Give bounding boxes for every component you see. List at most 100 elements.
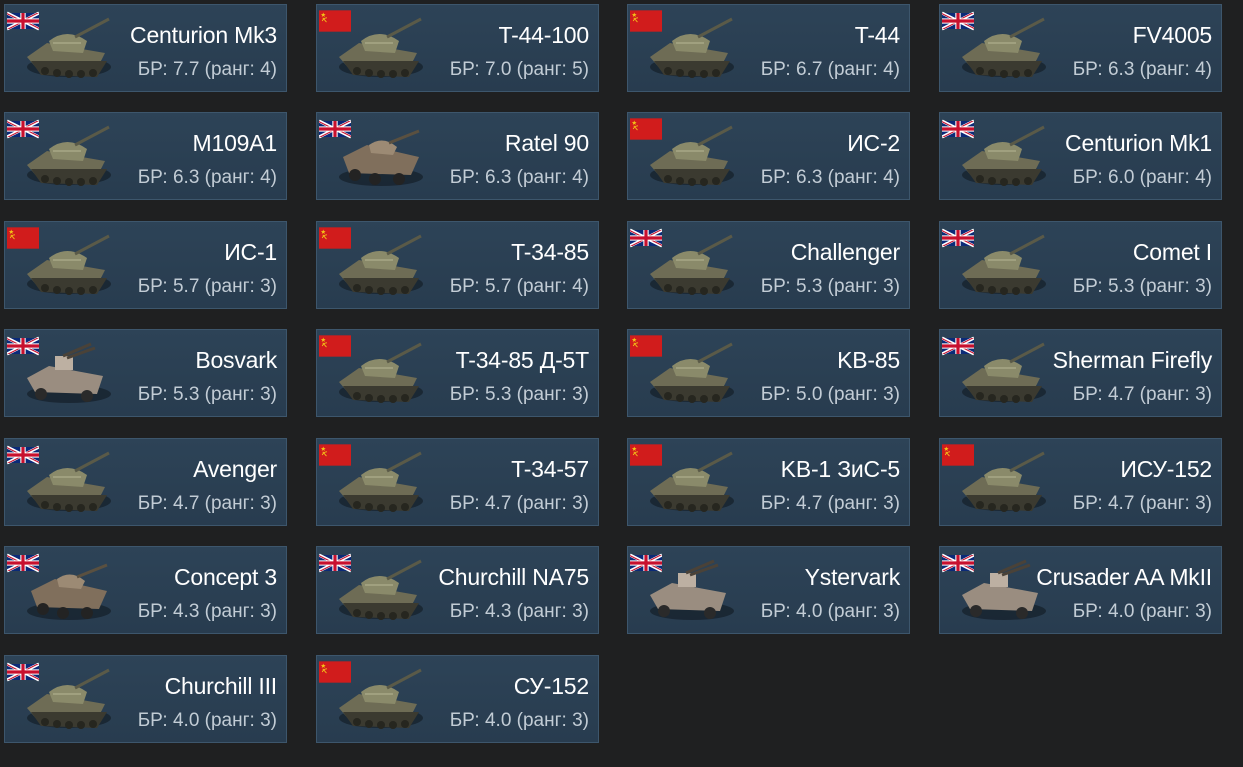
battle-rating: БР: 4.0 (ранг: 3) — [137, 710, 277, 731]
battle-rating: БР: 5.3 (ранг: 3) — [760, 276, 900, 297]
uk-flag-icon — [942, 227, 974, 249]
vehicle-card[interactable]: ИС-2 БР: 6.3 (ранг: 4) — [627, 112, 910, 200]
ussr-flag-icon — [319, 444, 351, 466]
battle-rating: БР: 4.0 (ранг: 3) — [760, 601, 900, 622]
battle-rating: БР: 6.0 (ранг: 4) — [1072, 167, 1212, 188]
uk-flag-icon — [7, 444, 39, 466]
vehicle-card[interactable]: T-44 БР: 6.7 (ранг: 4) — [627, 4, 910, 92]
ussr-flag-icon — [630, 118, 662, 140]
vehicle-name: СУ-152 — [513, 673, 589, 699]
vehicle-name: Ystervark — [804, 564, 901, 590]
ussr-flag-icon — [319, 227, 351, 249]
battle-rating: БР: 4.7 (ранг: 3) — [1072, 493, 1212, 514]
battle-rating: БР: 6.3 (ранг: 4) — [137, 167, 277, 188]
battle-rating: БР: 7.7 (ранг: 4) — [137, 59, 277, 80]
vehicle-name: ИС-2 — [847, 130, 900, 156]
vehicle-card[interactable]: Churchill III БР: 4.0 (ранг: 3) — [4, 655, 287, 743]
ussr-flag-icon — [630, 10, 662, 32]
battle-rating: БР: 4.7 (ранг: 3) — [449, 493, 589, 514]
vehicle-card[interactable]: Concept 3 БР: 4.3 (ранг: 3) — [4, 546, 287, 634]
vehicle-name: Churchill NA75 — [438, 564, 589, 590]
vehicle-card[interactable]: Bosvark БР: 5.3 (ранг: 3) — [4, 329, 287, 417]
vehicle-name: Avenger — [193, 456, 277, 482]
vehicle-card[interactable]: Avenger БР: 4.7 (ранг: 3) — [4, 438, 287, 526]
vehicle-name: M109A1 — [192, 130, 278, 156]
vehicle-card[interactable]: Challenger БР: 5.3 (ранг: 3) — [627, 221, 910, 309]
vehicle-card[interactable]: Centurion Mk1 БР: 6.0 (ранг: 4) — [939, 112, 1222, 200]
vehicle-card[interactable]: M109A1 БР: 6.3 (ранг: 4) — [4, 112, 287, 200]
vehicle-card[interactable]: Comet I БР: 5.3 (ранг: 3) — [939, 221, 1222, 309]
battle-rating: БР: 6.3 (ранг: 4) — [1072, 59, 1212, 80]
vehicle-name: FV4005 — [1132, 22, 1213, 48]
vehicle-card[interactable]: Centurion Mk3 БР: 7.7 (ранг: 4) — [4, 4, 287, 92]
battle-rating: БР: 6.7 (ранг: 4) — [760, 59, 900, 80]
battle-rating: БР: 6.3 (ранг: 4) — [449, 167, 589, 188]
vehicle-name: Concept 3 — [173, 564, 277, 590]
battle-rating: БР: 4.0 (ранг: 3) — [1072, 601, 1212, 622]
vehicle-card[interactable]: KB-1 ЗиС-5 БР: 4.7 (ранг: 3) — [627, 438, 910, 526]
ussr-flag-icon — [942, 444, 974, 466]
uk-flag-icon — [7, 661, 39, 683]
vehicle-card[interactable]: ИСУ-152 БР: 4.7 (ранг: 3) — [939, 438, 1222, 526]
uk-flag-icon — [319, 118, 351, 140]
battle-rating: БР: 5.7 (ранг: 4) — [449, 276, 589, 297]
uk-flag-icon — [942, 118, 974, 140]
battle-rating: БР: 7.0 (ранг: 5) — [449, 59, 589, 80]
vehicle-name: T-34-57 — [511, 456, 589, 482]
vehicle-name: Centurion Mk3 — [130, 22, 277, 48]
uk-flag-icon — [942, 10, 974, 32]
uk-flag-icon — [630, 227, 662, 249]
vehicle-name: Sherman Firefly — [1052, 347, 1213, 373]
ussr-flag-icon — [319, 10, 351, 32]
vehicle-card[interactable]: KB-85 БР: 5.0 (ранг: 3) — [627, 329, 910, 417]
vehicle-card[interactable]: СУ-152 БР: 4.0 (ранг: 3) — [316, 655, 599, 743]
vehicle-card[interactable]: T-34-57 БР: 4.7 (ранг: 3) — [316, 438, 599, 526]
vehicle-name: KB-1 ЗиС-5 — [780, 456, 901, 482]
vehicle-card[interactable]: Ystervark БР: 4.0 (ранг: 3) — [627, 546, 910, 634]
vehicle-name: T-34-85 Д-5T — [455, 347, 590, 373]
vehicle-card[interactable]: Churchill NA75 БР: 4.3 (ранг: 3) — [316, 546, 599, 634]
vehicle-name: ИСУ-152 — [1120, 456, 1212, 482]
battle-rating: БР: 5.7 (ранг: 3) — [137, 276, 277, 297]
battle-rating: БР: 4.7 (ранг: 3) — [760, 493, 900, 514]
vehicle-name: Centurion Mk1 — [1065, 130, 1212, 156]
battle-rating: БР: 4.0 (ранг: 3) — [449, 710, 589, 731]
vehicle-card[interactable]: T-44-100 БР: 7.0 (ранг: 5) — [316, 4, 599, 92]
uk-flag-icon — [942, 335, 974, 357]
vehicle-name: KB-85 — [837, 347, 900, 373]
vehicle-name: T-34-85 — [511, 239, 589, 265]
vehicle-card[interactable]: Sherman Firefly БР: 4.7 (ранг: 3) — [939, 329, 1222, 417]
vehicle-card[interactable]: ИС-1 БР: 5.7 (ранг: 3) — [4, 221, 287, 309]
vehicle-card[interactable]: T-34-85 БР: 5.7 (ранг: 4) — [316, 221, 599, 309]
ussr-flag-icon — [319, 335, 351, 357]
battle-rating: БР: 5.3 (ранг: 3) — [449, 384, 589, 405]
battle-rating: БР: 4.7 (ранг: 3) — [137, 493, 277, 514]
vehicle-name: Comet I — [1132, 239, 1212, 265]
battle-rating: БР: 4.3 (ранг: 3) — [137, 601, 277, 622]
uk-flag-icon — [630, 552, 662, 574]
vehicle-name: Crusader AA MkII — [1036, 564, 1212, 590]
vehicle-card[interactable]: Ratel 90 БР: 6.3 (ранг: 4) — [316, 112, 599, 200]
vehicle-card[interactable]: FV4005 БР: 6.3 (ранг: 4) — [939, 4, 1222, 92]
uk-flag-icon — [942, 552, 974, 574]
ussr-flag-icon — [630, 335, 662, 357]
vehicle-name: T-44-100 — [498, 22, 590, 48]
ussr-flag-icon — [630, 444, 662, 466]
uk-flag-icon — [7, 335, 39, 357]
vehicle-name: Challenger — [790, 239, 900, 265]
battle-rating: БР: 4.3 (ранг: 3) — [449, 601, 589, 622]
uk-flag-icon — [7, 118, 39, 140]
vehicle-name: Bosvark — [195, 347, 277, 373]
battle-rating: БР: 5.0 (ранг: 3) — [760, 384, 900, 405]
ussr-flag-icon — [7, 227, 39, 249]
uk-flag-icon — [7, 10, 39, 32]
vehicle-card[interactable]: T-34-85 Д-5T БР: 5.3 (ранг: 3) — [316, 329, 599, 417]
vehicle-name: ИС-1 — [224, 239, 277, 265]
vehicle-grid: Centurion Mk3 БР: 7.7 (ранг: 4) T-44-100 БР… — [0, 0, 1243, 767]
battle-rating: БР: 4.7 (ранг: 3) — [1072, 384, 1212, 405]
vehicle-card[interactable]: Crusader AA MkII БР: 4.0 (ранг: 3) — [939, 546, 1222, 634]
vehicle-name: Ratel 90 — [504, 130, 589, 156]
uk-flag-icon — [7, 552, 39, 574]
ussr-flag-icon — [319, 661, 351, 683]
uk-flag-icon — [319, 552, 351, 574]
